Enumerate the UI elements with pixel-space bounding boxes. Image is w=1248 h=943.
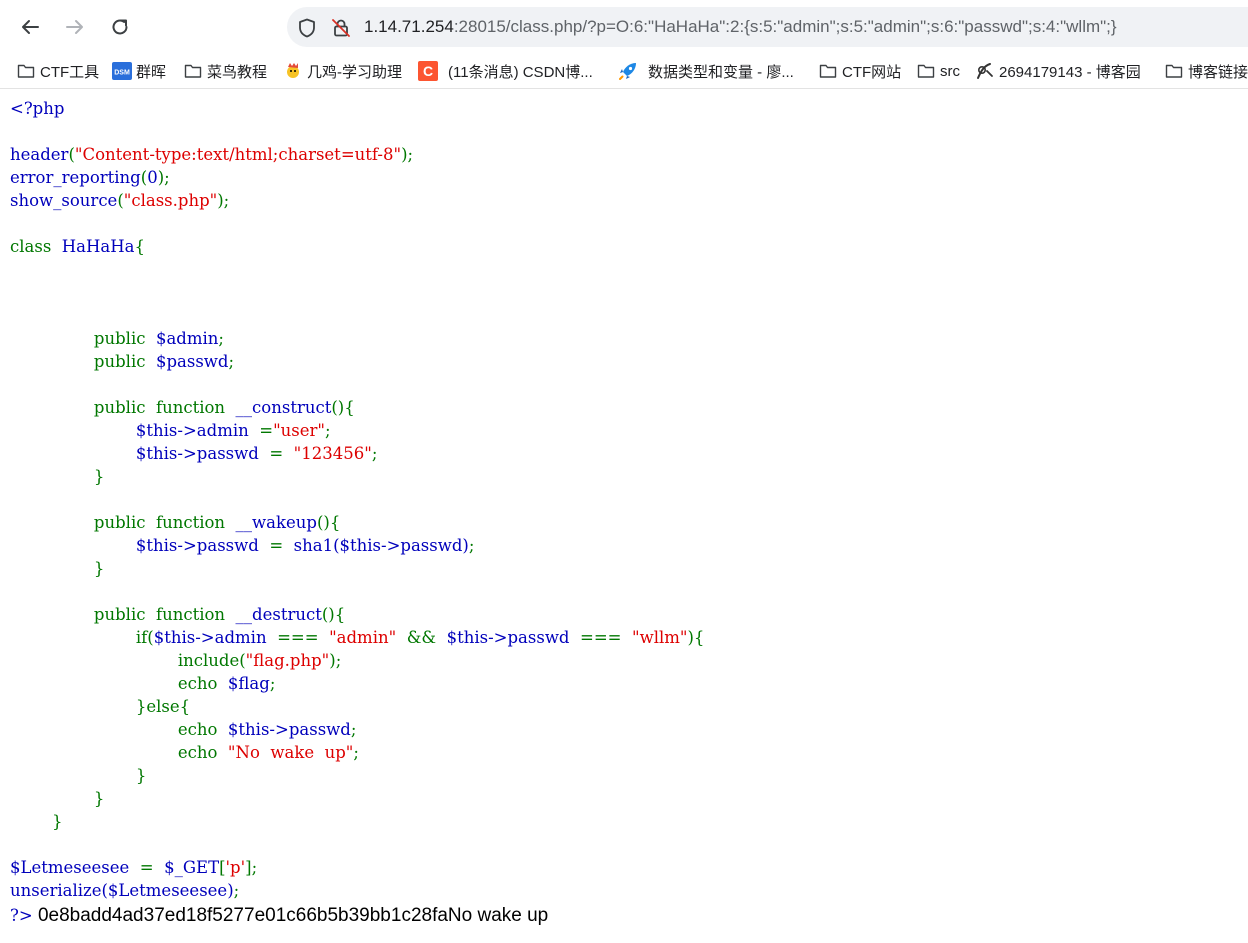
user-string: "user" [273,421,326,440]
bookmarks-bar: CTF工具 DSM 群晖 菜鸟教程 几鸡-学习助理 C (11条消息) CSDN… [0,54,1248,89]
address-bar[interactable]: 1.14.71.254:28015/class.php/?p=O:6:"HaHa… [287,7,1248,47]
folder-icon [183,62,203,80]
bookmark-runoob[interactable]: 菜鸟教程 [183,60,267,82]
destruct-name: __destruct [235,605,322,624]
flag-var: $flag [227,674,270,693]
folder-icon [916,62,936,80]
public-keyword: public [93,605,146,624]
bookmark-label: 群晖 [136,63,167,81]
url-host: 1.14.71.254 [364,17,454,36]
php-source-code: <?php header("Content-type:text/html;cha… [10,99,705,900]
error-reporting-arg: 0 [147,168,158,187]
if-keyword: if [135,628,148,647]
flag-php-string: "flag.php" [245,651,330,670]
p-key-string: 'p' [225,858,246,877]
this-admin: $this->admin [135,421,249,440]
output-text: 0e8badd4ad37ed18f5277e01c66b5b39bb1c28fa… [37,905,549,926]
folder-icon [818,62,838,80]
sha1-call: sha1($this->passwd) [293,536,469,555]
svg-text:C: C [423,63,433,79]
public-keyword: public [93,329,146,348]
bookmark-csdn[interactable]: C (11条消息) CSDN博... [418,60,593,82]
bookmark-blog-links[interactable]: 博客链接 [1164,60,1248,82]
echo-keyword: echo [177,674,218,693]
no-wake-up-string: "No wake up" [227,743,354,762]
this-passwd: $this->passwd [135,536,259,555]
construct-name: __construct [235,398,332,417]
url-text[interactable]: 1.14.71.254:28015/class.php/?p=O:6:"HaHa… [364,16,1117,38]
unserialize-call: unserialize($Letmeseesee) [10,881,234,900]
bookmark-ctf-tools[interactable]: CTF工具 [16,60,99,82]
bookmark-liaoxuefeng[interactable]: 数据类型和变量 - 廖... [618,60,794,82]
php-open-tag: <?php [10,99,65,118]
this-passwd: $this->passwd [135,444,259,463]
bookmark-label: (11条消息) CSDN博... [448,63,593,81]
dsm-icon: DSM [112,62,132,80]
chick-icon [283,62,303,80]
echo-keyword: echo [177,743,218,762]
header-fn: header [10,145,69,164]
folder-icon [16,62,36,80]
insecure-lock-icon[interactable] [330,17,352,39]
prop-admin: $admin [155,329,219,348]
bookmark-ctf-sites[interactable]: CTF网站 [818,60,901,82]
bookmark-src[interactable]: src [916,60,960,82]
bookmark-jiji[interactable]: 几鸡-学习助理 [283,60,402,82]
browser-toolbar: 1.14.71.254:28015/class.php/?p=O:6:"HaHa… [0,0,1248,54]
reload-button[interactable] [102,10,138,44]
bookmark-synology[interactable]: DSM 群晖 [112,60,166,82]
admin-string: "admin" [329,628,397,647]
this-admin: $this->admin [153,628,267,647]
get-superglobal: $_GET [164,858,220,877]
header-arg: "Content-type:text/html;charset=utf-8" [74,145,402,164]
public-keyword: public [93,513,146,532]
bookmark-label: 几鸡-学习助理 [307,63,402,81]
bookmark-cnblogs[interactable]: 2694179143 - 博客园 [975,60,1141,82]
wllm-string: "wllm" [631,628,688,647]
else-keyword: else [146,697,180,716]
cnblogs-icon [975,62,995,80]
class-name: HaHaHa [61,237,135,256]
prop-passwd: $passwd [155,352,229,371]
public-keyword: public [93,398,146,417]
php-close-tag: ?> [10,906,33,925]
show-source-arg: "class.php" [123,191,218,210]
reload-icon [112,19,128,35]
rocket-icon [618,62,638,80]
bookmark-label: 博客链接 [1188,63,1248,81]
function-keyword: function [155,605,226,624]
forward-arrow-icon [66,20,83,34]
error-reporting-fn: error_reporting [10,168,141,187]
bookmark-label: 菜鸟教程 [207,63,268,81]
include-keyword: include [177,651,240,670]
back-button[interactable] [12,10,48,44]
csdn-icon: C [418,61,438,81]
function-keyword: function [155,398,226,417]
back-arrow-icon [22,20,39,34]
show-source-fn: show_source [10,191,118,210]
bookmark-label: CTF网站 [842,63,902,81]
echo-keyword: echo [177,720,218,739]
letmeseesee-var: $Letmeseesee [10,858,130,877]
this-passwd: $this->passwd [227,720,351,739]
bookmark-label: CTF工具 [40,63,100,81]
folder-icon [1164,62,1184,80]
wakeup-name: __wakeup [235,513,317,532]
forward-button[interactable] [57,10,93,44]
function-keyword: function [155,513,226,532]
bookmark-label: src [940,62,960,80]
class-keyword: class [10,237,52,256]
public-keyword: public [93,352,146,371]
url-path: :28015/class.php/?p=O:6:"HaHaHa":2:{s:5:… [453,17,1117,36]
bookmark-label: 数据类型和变量 - 廖... [648,63,794,81]
page-output: ?> 0e8badd4ad37ed18f5277e01c66b5b39bb1c2… [10,904,548,928]
tracking-shield-icon[interactable] [296,17,318,39]
default-passwd-string: "123456" [293,444,372,463]
bookmark-label: 2694179143 - 博客园 [999,63,1141,81]
this-passwd: $this->passwd [446,628,570,647]
svg-text:DSM: DSM [114,70,130,77]
